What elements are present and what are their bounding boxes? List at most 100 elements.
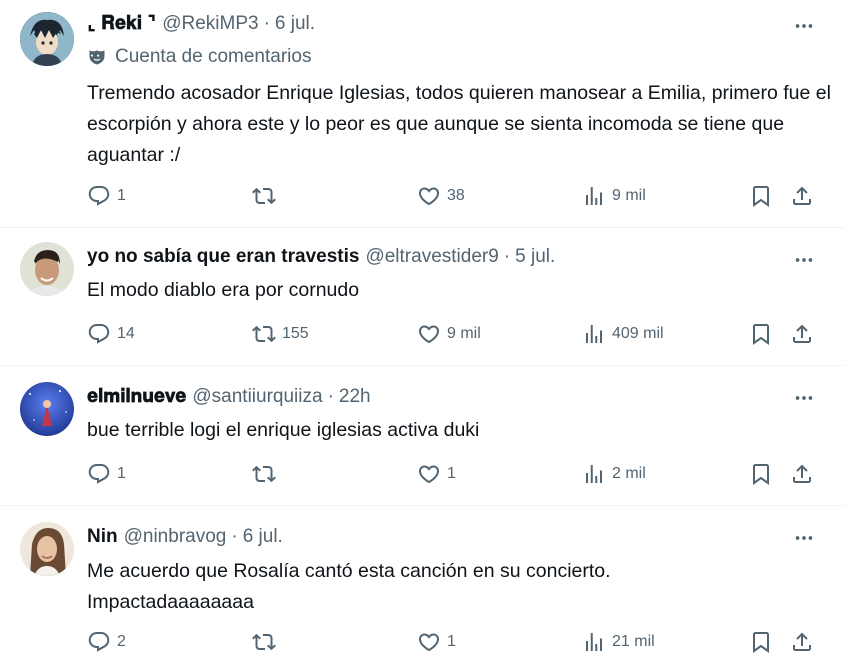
retweet-button[interactable]	[252, 459, 282, 489]
tweet-text: Me acuerdo que Rosalía cantó esta canció…	[87, 560, 611, 613]
action-bar: 1 1 2 mil	[0, 459, 845, 489]
separator: ·	[503, 246, 511, 267]
avatar-illustration	[20, 382, 74, 436]
reply-button[interactable]: 1	[87, 181, 126, 211]
tweet-text: Tremendo acosador Enrique Iglesias, todo…	[87, 82, 831, 166]
user-handle[interactable]: @ninbravog	[124, 526, 227, 548]
share-button[interactable]	[790, 459, 814, 489]
like-count: 1	[447, 633, 456, 650]
bookmark-icon	[749, 630, 773, 654]
avatar-illustration	[20, 12, 74, 66]
user-handle[interactable]: @eltravestider9	[365, 246, 498, 268]
reply-icon	[87, 322, 111, 346]
retweet-icon	[252, 322, 276, 346]
view-count: 409 mil	[612, 325, 664, 342]
reply-count: 1	[117, 187, 126, 204]
separator: ·	[327, 386, 334, 407]
heart-icon	[417, 462, 441, 486]
tweet[interactable]: Nin @ninbravog · 6 jul. Me acuerdo que R…	[0, 506, 845, 667]
tweet[interactable]: yo no sabía que eran travestis @eltraves…	[0, 228, 845, 366]
avatar[interactable]	[20, 242, 74, 296]
tweet-header: yo no sabía que eran travestis @eltraves…	[87, 246, 555, 268]
reply-count: 14	[117, 325, 135, 342]
retweet-icon	[252, 462, 276, 486]
separator: ·	[231, 526, 238, 547]
more-icon	[793, 387, 815, 409]
display-name[interactable]: 𝐞𝐥𝐦𝐢𝐥𝐧𝐮𝐞𝐯𝐞	[87, 386, 186, 408]
heart-icon	[417, 630, 441, 654]
share-icon	[790, 630, 814, 654]
like-button[interactable]: 38	[417, 181, 465, 211]
avatar-photo	[20, 242, 74, 296]
display-name[interactable]: ⌞ 𝐑𝐞𝐤𝐢 ⌝	[87, 12, 156, 35]
views-button[interactable]: 2 mil	[582, 459, 646, 489]
reply-button[interactable]: 2	[87, 627, 126, 657]
bookmark-button[interactable]	[749, 459, 773, 489]
more-options-button[interactable]	[789, 248, 819, 272]
heart-icon	[417, 322, 441, 346]
avatar[interactable]	[20, 522, 74, 576]
share-button[interactable]	[790, 181, 814, 211]
display-name[interactable]: yo no sabía que eran travestis	[87, 246, 359, 268]
action-bar: 14 155 9 mil 409 mil	[0, 319, 845, 349]
view-count: 9 mil	[612, 187, 646, 204]
views-icon	[582, 322, 606, 346]
reply-button[interactable]: 1	[87, 459, 126, 489]
mask-icon	[87, 47, 107, 67]
tweet-header: 𝐞𝐥𝐦𝐢𝐥𝐧𝐮𝐞𝐯𝐞 @santiiurquiiza · 22h	[87, 386, 371, 408]
tweet[interactable]: ⌞ 𝐑𝐞𝐤𝐢 ⌝ @RekiMP3 · 6 jul. Cuenta de com…	[0, 0, 845, 228]
account-badge: Cuenta de comentarios	[87, 46, 311, 68]
retweet-icon	[252, 630, 276, 654]
action-bar: 2 1 21 mil	[0, 627, 845, 657]
user-handle[interactable]: @RekiMP3	[162, 13, 258, 35]
reply-icon	[87, 462, 111, 486]
share-icon	[790, 462, 814, 486]
tweet[interactable]: 𝐞𝐥𝐦𝐢𝐥𝐧𝐮𝐞𝐯𝐞 @santiiurquiiza · 22h bue ter…	[0, 366, 845, 506]
views-button[interactable]: 21 mil	[582, 627, 655, 657]
like-button[interactable]: 1	[417, 459, 456, 489]
tweet-text: bue terrible logi el enrique iglesias ac…	[87, 419, 480, 441]
retweet-button[interactable]	[252, 627, 282, 657]
bookmark-icon	[749, 322, 773, 346]
share-button[interactable]	[790, 319, 814, 349]
reply-button[interactable]: 14	[87, 319, 135, 349]
like-count: 1	[447, 465, 456, 482]
timestamp[interactable]: 22h	[339, 386, 371, 408]
like-button[interactable]: 1	[417, 627, 456, 657]
retweet-count: 155	[282, 325, 309, 342]
like-button[interactable]: 9 mil	[417, 319, 481, 349]
reply-icon	[87, 184, 111, 208]
separator: ·	[263, 12, 270, 34]
avatar[interactable]	[20, 12, 74, 66]
reply-count: 1	[117, 465, 126, 482]
avatar[interactable]	[20, 382, 74, 436]
more-options-button[interactable]	[789, 14, 819, 38]
more-icon	[793, 15, 815, 37]
share-icon	[790, 184, 814, 208]
user-handle[interactable]: @santiiurquiiza	[192, 386, 322, 408]
views-button[interactable]: 9 mil	[582, 181, 646, 211]
avatar-photo	[20, 522, 74, 576]
display-name[interactable]: Nin	[87, 526, 118, 548]
view-count: 21 mil	[612, 633, 655, 650]
more-icon	[793, 527, 815, 549]
timestamp[interactable]: 6 jul.	[275, 13, 315, 35]
share-button[interactable]	[790, 627, 814, 657]
bookmark-button[interactable]	[749, 627, 773, 657]
views-icon	[582, 462, 606, 486]
timestamp[interactable]: 5 jul.	[515, 246, 555, 268]
bookmark-icon	[749, 184, 773, 208]
retweet-button[interactable]	[252, 181, 282, 211]
bookmark-button[interactable]	[749, 319, 773, 349]
heart-icon	[417, 184, 441, 208]
retweet-button[interactable]: 155	[252, 319, 309, 349]
reply-icon	[87, 630, 111, 654]
timestamp[interactable]: 6 jul.	[243, 526, 283, 548]
more-options-button[interactable]	[789, 386, 819, 410]
tweet-header: Nin @ninbravog · 6 jul.	[87, 526, 283, 548]
bookmark-button[interactable]	[749, 181, 773, 211]
more-options-button[interactable]	[789, 526, 819, 550]
like-count: 38	[447, 187, 465, 204]
views-icon	[582, 184, 606, 208]
views-button[interactable]: 409 mil	[582, 319, 664, 349]
